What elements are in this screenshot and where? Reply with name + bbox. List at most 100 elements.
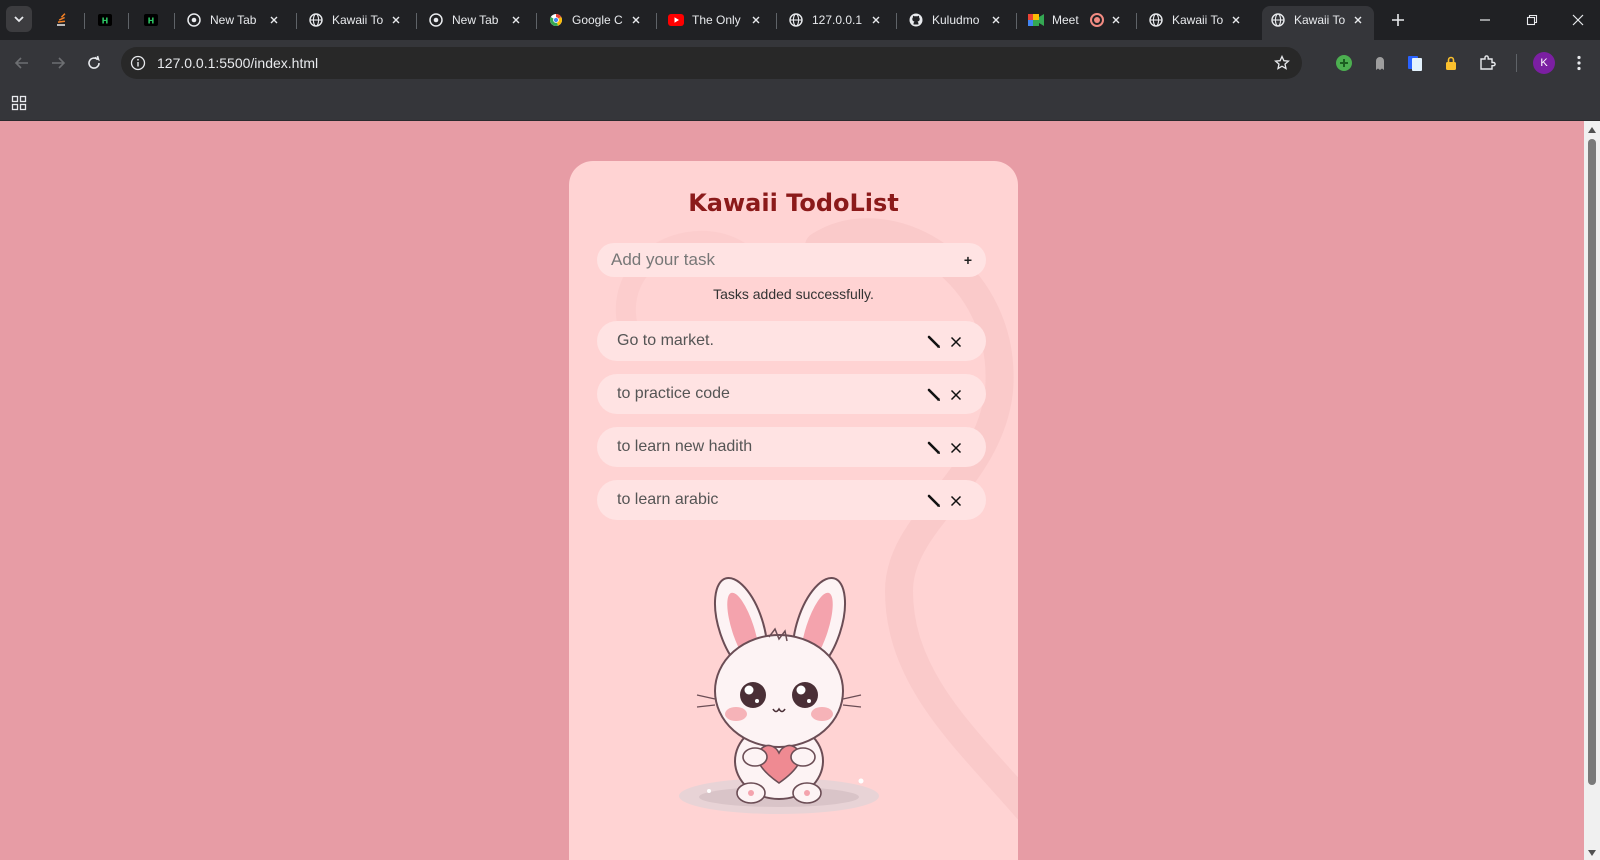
close-icon[interactable]: [988, 12, 1004, 28]
tab-title: Kawaii To: [1172, 13, 1224, 27]
reload-button[interactable]: [80, 49, 108, 77]
globe-icon: [788, 12, 804, 28]
close-icon[interactable]: [1350, 12, 1366, 28]
edit-pencil-icon[interactable]: [926, 334, 942, 350]
back-button[interactable]: [8, 49, 36, 77]
tab-title: Meet: [1052, 13, 1079, 27]
delete-x-icon[interactable]: [948, 493, 964, 509]
chrome-icon: [186, 12, 202, 28]
tab-localhost[interactable]: 127.0.0.1: [780, 6, 892, 34]
tab-title: Kawaii To: [332, 13, 384, 27]
tab-title: Kuludmo: [932, 13, 980, 27]
meet-icon: [1028, 12, 1044, 28]
delete-x-icon[interactable]: [948, 440, 964, 456]
edit-pencil-icon[interactable]: [926, 493, 942, 509]
reload-icon: [88, 55, 100, 69]
svg-text:H: H: [102, 17, 109, 26]
globe-icon: [1270, 12, 1286, 28]
url-text[interactable]: 127.0.0.1:5500/index.html: [157, 55, 318, 71]
task-text: to learn arabic: [617, 491, 719, 508]
close-icon[interactable]: [1228, 12, 1244, 28]
delete-x-icon[interactable]: [948, 334, 964, 350]
close-icon: [1572, 14, 1584, 26]
globe-icon: [308, 12, 324, 28]
add-task-button[interactable]: +: [958, 250, 978, 270]
apps-grid-icon[interactable]: [8, 92, 30, 114]
tab-new-tab-2[interactable]: New Tab: [420, 6, 532, 34]
tab-new-tab-1[interactable]: New Tab: [178, 6, 290, 34]
extension-docs-icon[interactable]: [1404, 52, 1426, 74]
edit-pencil-icon[interactable]: [926, 387, 942, 403]
close-icon[interactable]: [868, 12, 884, 28]
extensions-puzzle-icon[interactable]: [1476, 52, 1498, 74]
close-icon[interactable]: [748, 12, 764, 28]
svg-text:H: H: [148, 17, 155, 26]
tab-pinned-3[interactable]: H: [138, 6, 164, 34]
site-info-icon[interactable]: [128, 53, 148, 73]
restore-button[interactable]: [1512, 6, 1552, 34]
extension-lock-icon[interactable]: [1440, 52, 1462, 74]
task-text: to practice code: [617, 385, 730, 402]
kebab-menu-icon[interactable]: [1568, 50, 1590, 76]
todo-card: Kawaii TodoList + Tasks added successful…: [569, 161, 1018, 860]
globe-icon: [1148, 12, 1164, 28]
tab-strip: H H New Tab Kawaii To New Tab Google C T…: [0, 0, 1600, 40]
recording-icon: [1090, 13, 1104, 27]
stackoverflow-icon: [53, 12, 69, 28]
tab-title: The Only: [692, 13, 741, 27]
plus-icon: [1392, 14, 1404, 26]
tab-title: Google C: [572, 13, 623, 27]
scrollbar-thumb[interactable]: [1588, 139, 1596, 785]
edit-pencil-icon[interactable]: [926, 440, 942, 456]
tab-search-button[interactable]: [6, 6, 32, 32]
extension-ghost-icon[interactable]: [1369, 52, 1391, 74]
scroll-down-arrow-icon[interactable]: [1588, 850, 1596, 856]
forward-button[interactable]: [44, 49, 72, 77]
google-icon: [548, 12, 564, 28]
new-tab-button[interactable]: [1385, 8, 1411, 32]
task-item: to learn new hadith: [597, 427, 986, 467]
hackerrank-icon: H: [143, 12, 159, 28]
youtube-icon: [668, 12, 684, 28]
close-icon[interactable]: [266, 12, 282, 28]
tab-kawaii-1[interactable]: Kawaii To: [300, 6, 412, 34]
window-close-button[interactable]: [1558, 6, 1598, 34]
bookmarks-bar: [0, 86, 1600, 121]
tab-title: Kawaii To: [1294, 13, 1346, 27]
close-icon[interactable]: [388, 12, 404, 28]
task-text: to learn new hadith: [617, 438, 753, 455]
browser-toolbar: 127.0.0.1:5500/index.html K: [0, 40, 1600, 86]
scroll-up-arrow-icon[interactable]: [1588, 127, 1596, 133]
status-message: Tasks added successfully.: [713, 286, 874, 302]
tab-title: 127.0.0.1: [812, 13, 863, 27]
task-item: Go to market.: [597, 321, 986, 361]
tab-youtube[interactable]: The Only: [660, 6, 772, 34]
chevron-down-icon: [14, 16, 24, 23]
delete-x-icon[interactable]: [948, 387, 964, 403]
tab-kawaii-2[interactable]: Kawaii To: [1140, 6, 1252, 34]
bookmark-star-icon[interactable]: [1272, 53, 1292, 73]
task-text: Go to market.: [617, 332, 714, 349]
close-icon[interactable]: [628, 12, 644, 28]
tab-google[interactable]: Google C: [540, 6, 652, 34]
task-input-row: +: [597, 243, 986, 277]
page-viewport: Kawaii TodoList + Tasks added successful…: [0, 121, 1584, 860]
address-bar[interactable]: 127.0.0.1:5500/index.html: [121, 47, 1302, 79]
task-item: to learn arabic: [597, 480, 986, 520]
tab-pinned-2[interactable]: H: [92, 6, 118, 34]
profile-avatar[interactable]: K: [1533, 52, 1555, 74]
task-item: to practice code: [597, 374, 986, 414]
task-input[interactable]: [611, 243, 941, 277]
close-icon[interactable]: [1108, 12, 1124, 28]
extension-plus-icon[interactable]: [1333, 52, 1355, 74]
page-scrollbar[interactable]: [1584, 121, 1600, 860]
tab-kawaii-active[interactable]: Kawaii To: [1262, 6, 1374, 40]
close-icon[interactable]: [508, 12, 524, 28]
tab-pinned-1[interactable]: [48, 6, 74, 34]
arrow-left-icon: [14, 57, 28, 69]
tab-github[interactable]: Kuludmo: [900, 6, 1012, 34]
arrow-right-icon: [52, 57, 66, 69]
minimize-icon: [1480, 19, 1490, 21]
tab-meet[interactable]: Meet: [1020, 6, 1132, 34]
minimize-button[interactable]: [1465, 6, 1505, 34]
